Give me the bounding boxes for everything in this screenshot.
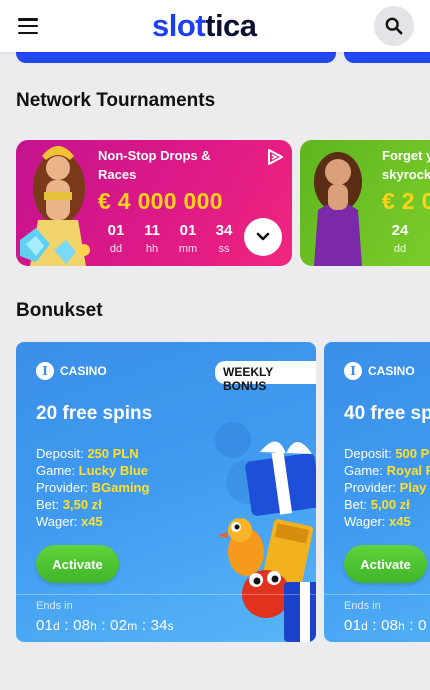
tournament-name-line2: Races [98,167,137,182]
tournament-prize: € 2 0 [382,188,430,214]
chevron-down-icon [256,232,270,241]
info-icon[interactable]: i [344,362,362,380]
timer-hours-unit: h [90,619,98,633]
play-triangle-icon[interactable] [266,148,284,171]
timer-hours-unit: h [398,619,406,633]
tournament-card-2[interactable]: Forget y skyrock € 2 0 24 dd [300,140,430,266]
tournament-prize: € 4 000 000 [98,188,223,214]
divider [324,594,430,595]
wager-value: x45 [389,514,411,529]
search-button[interactable] [374,6,414,46]
bonus-title: 40 free sp [344,403,430,424]
header: slottica [0,0,430,52]
timer-seconds: 34 [150,617,168,634]
game-label: Game: [36,463,76,478]
bonus-illustration [215,422,316,642]
wager-value: x45 [81,514,103,529]
game-value: Royal R [386,463,430,478]
countdown-seconds: 34 [215,222,233,239]
weekly-bonus-badge: WEEKLY BONUS [215,361,316,393]
logo[interactable]: slottica [152,10,257,42]
ends-in-label: Ends in [36,600,73,612]
timer-hours: 08 [381,617,399,634]
bet-label: Bet: [344,497,368,512]
countdown-minutes-label: mm [178,243,198,255]
expand-button[interactable] [244,218,282,256]
bet-value: 5,00 zł [370,497,410,512]
deposit-label: Deposit: [344,446,392,461]
activate-button[interactable]: Activate [36,545,119,583]
wager-label: Wager: [36,514,78,529]
character-illustration [20,146,90,266]
character-illustration [314,152,362,266]
ends-in-timer: 01d : 08h : 0 [344,617,427,634]
tournament-name-line1: Non-Stop Drops & [98,148,211,163]
info-icon[interactable]: i [36,362,54,380]
bonus-category: i CASINO [344,362,415,380]
bonus-title: 20 free spins [36,403,153,424]
countdown-days-label: dd [393,243,407,255]
countdown-days-label: dd [109,243,123,255]
page: slottica Network Tournaments Non-Stop Dr… [0,0,430,690]
timer-hours: 08 [73,617,91,634]
countdown-hours-label: hh [145,243,159,255]
logo-part-slot: slot [152,8,206,43]
logo-part-tica: tica [205,8,257,43]
tournament-name-line2: skyrock [382,167,430,182]
game-value: Lucky Blue [78,463,148,478]
countdown-days: 24 [391,222,409,239]
bonus-category-label: CASINO [60,364,107,378]
timer-days: 01 [344,617,362,634]
activate-button[interactable]: Activate [344,545,427,583]
countdown-hours: 11 [144,222,160,239]
bet-label: Bet: [36,497,60,512]
deposit-value: 500 P [395,446,430,461]
bonus-details: Deposit: 500 P Game: Royal R Provider: P… [344,445,430,530]
timer-seconds-unit: s [167,619,174,633]
bonus-card-2: i CASINO 40 free sp Deposit: 500 P Game:… [324,342,430,642]
countdown-seconds-label: ss [218,243,230,255]
countdown-minutes: 01 [179,222,197,239]
section-title-tournaments: Network Tournaments [16,90,216,111]
countdown-days: 01 [107,222,125,239]
tournament-name-line1: Forget y [382,148,430,163]
provider-label: Provider: [344,480,397,495]
timer-days: 01 [36,617,54,634]
timer-minutes: 02 [110,617,128,634]
bonus-card-1: i CASINO WEEKLY BONUS 20 free spins Depo… [16,342,316,642]
provider-label: Provider: [36,480,89,495]
bonus-category: i CASINO [36,362,107,380]
bet-value: 3,50 zł [62,497,102,512]
timer-days-unit: d [53,619,60,633]
section-title-bonuses: Bonukset [16,300,103,321]
deposit-label: Deposit: [36,446,84,461]
timer-days-unit: d [361,619,368,633]
provider-value: BGaming [91,480,150,495]
hamburger-menu-icon[interactable] [18,18,38,35]
deposit-value: 250 PLN [87,446,139,461]
tournament-card-1[interactable]: Non-Stop Drops & Races € 4 000 000 01 dd… [16,140,292,266]
bonus-category-label: CASINO [368,364,415,378]
provider-value: Play [399,480,427,495]
divider [16,594,316,595]
wager-label: Wager: [344,514,386,529]
game-label: Game: [344,463,384,478]
search-icon [385,17,403,35]
ends-in-label: Ends in [344,600,381,612]
timer-minutes: 0 [418,617,427,634]
timer-minutes-unit: m [127,619,138,633]
bonus-details: Deposit: 250 PLN Game: Lucky Blue Provid… [36,445,149,530]
ends-in-timer: 01d : 08h : 02m : 34s [36,617,174,634]
